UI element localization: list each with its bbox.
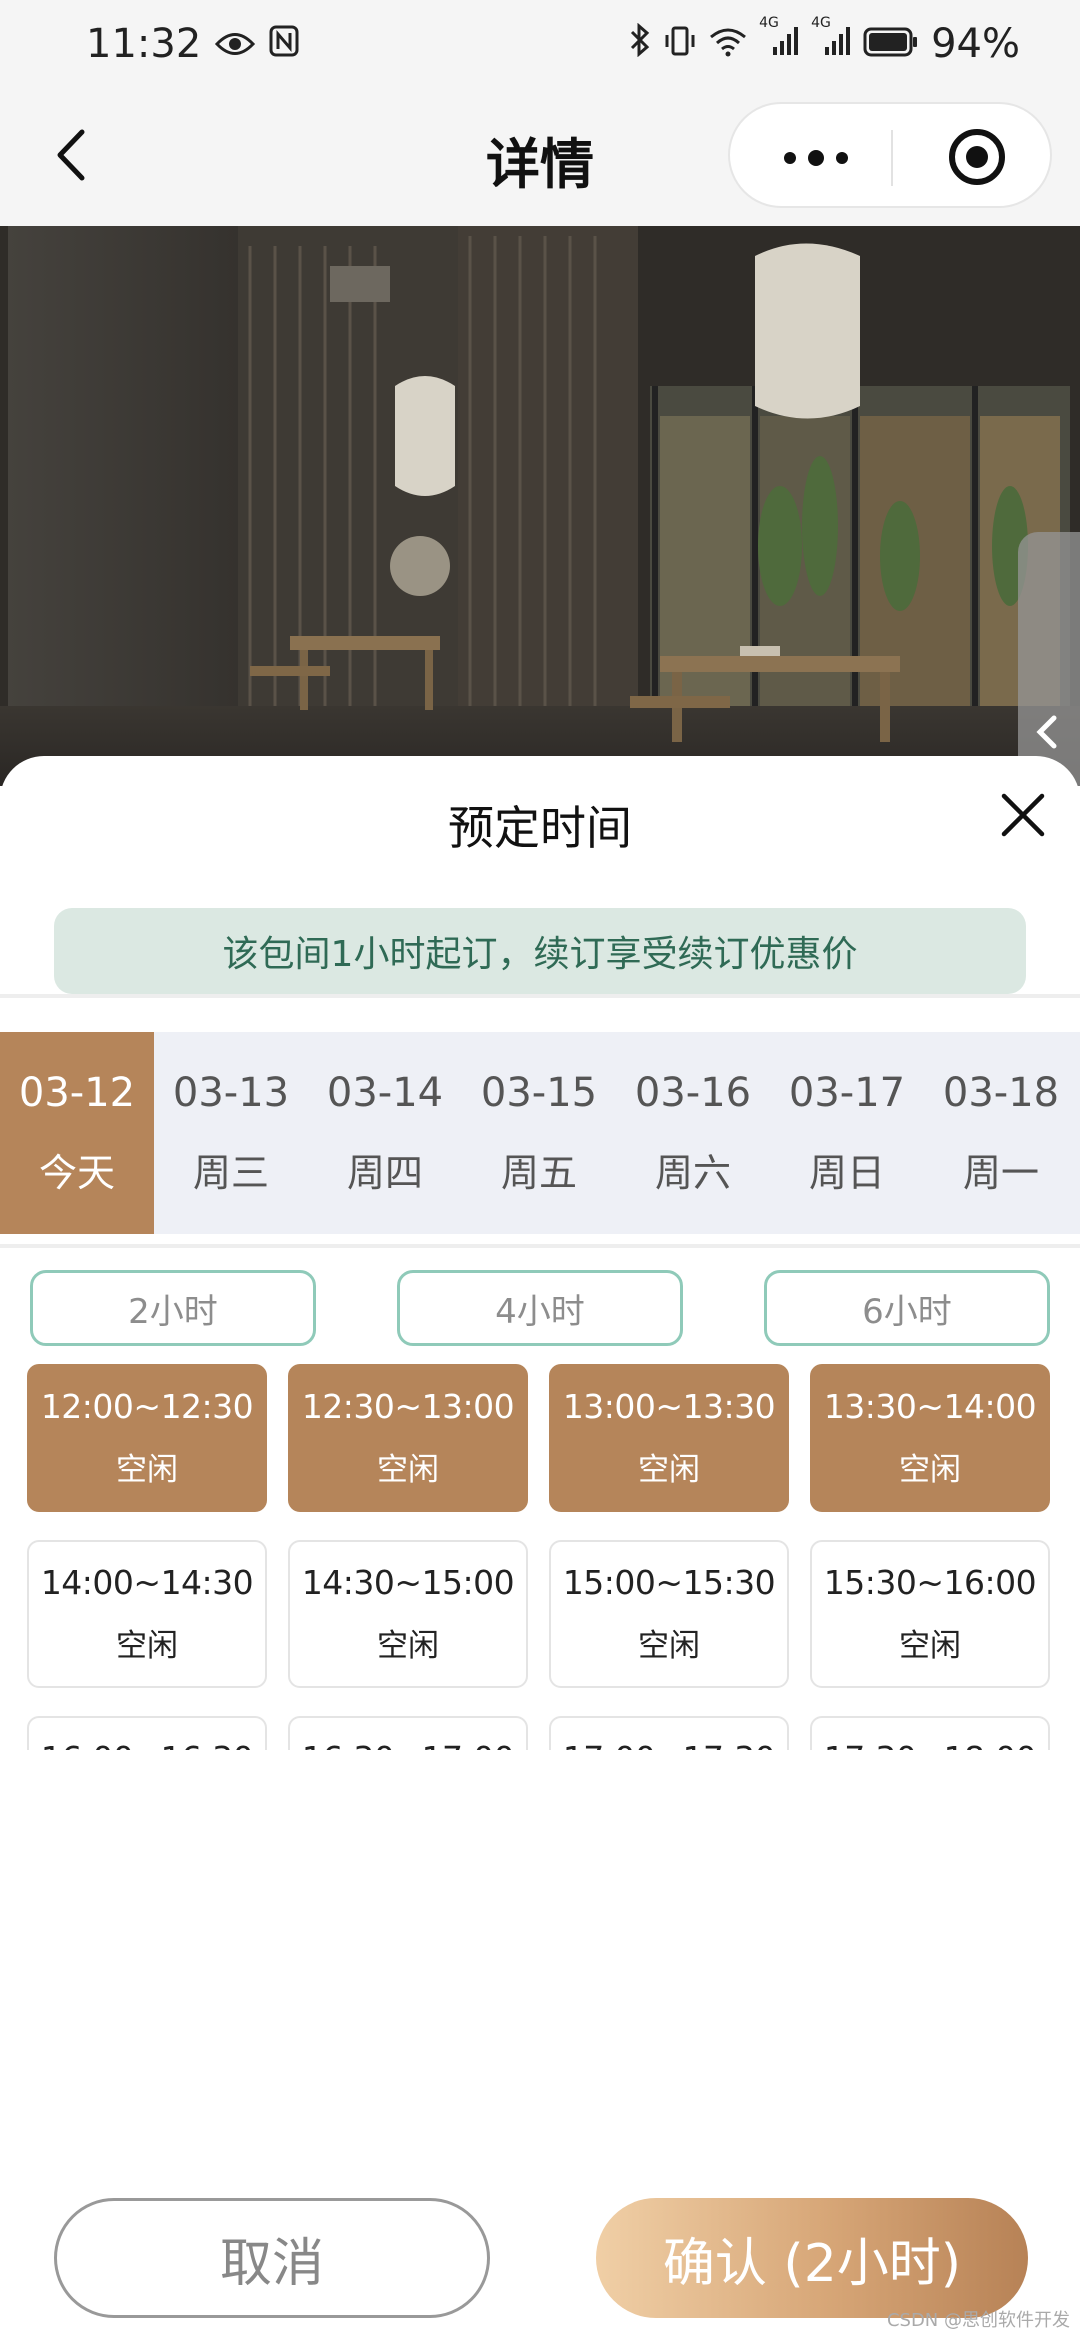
- close-icon[interactable]: [998, 790, 1048, 840]
- duration-options: 2小时 4小时 6小时: [30, 1270, 1050, 1346]
- battery-icon: [863, 21, 919, 67]
- booking-sheet: 预定时间 该包间1小时起订，续订享受续订优惠价 03-12 今天 03-13 周三 03…: [0, 756, 1080, 2340]
- signal-label: 4G: [811, 15, 831, 31]
- time-slot[interactable]: 14:00~14:30 空闲: [27, 1540, 267, 1688]
- time-slot[interactable]: 17:00~17:30空闲: [549, 1716, 789, 1750]
- date-tab-date: 03-16: [634, 1069, 752, 1116]
- date-tab-weekday: 周五: [500, 1150, 577, 1195]
- signal-icon: 4G: [759, 15, 799, 67]
- bluetooth-icon: [629, 21, 651, 67]
- time-slot-status: 空闲: [638, 1452, 700, 1488]
- eye-icon: [215, 21, 256, 67]
- time-slot-range: 13:30~14:00: [823, 1387, 1037, 1426]
- date-tab[interactable]: 03-15 周五: [462, 1032, 616, 1234]
- time-slot-status: 空闲: [116, 1452, 178, 1488]
- time-slot-range: 15:00~15:30: [562, 1563, 776, 1602]
- date-tab-weekday: 周六: [654, 1150, 731, 1195]
- status-time: 11:32: [86, 21, 202, 67]
- battery-percent: 94%: [931, 21, 1020, 67]
- date-tabs: 03-12 今天 03-13 周三 03-14 周四 03-15 周五 03-16 周六 03-17…: [0, 1032, 1080, 1234]
- time-slot-range: 16:00~16:30: [41, 1739, 254, 1750]
- date-tab-date: 03-13: [172, 1069, 290, 1116]
- time-slot[interactable]: 16:00~16:30空闲: [27, 1716, 267, 1750]
- time-slot-status: 空闲: [899, 1628, 961, 1664]
- time-slot-status: 空闲: [899, 1452, 961, 1488]
- booking-notice: 该包间1小时起订，续订享受续订优惠价: [54, 908, 1026, 994]
- divider: [0, 1244, 1080, 1248]
- vibrate-icon: [663, 21, 697, 67]
- time-slot-status: 空闲: [377, 1628, 439, 1664]
- date-tab-weekday: 周一: [962, 1150, 1039, 1195]
- time-slot-range: 12:30~13:00: [301, 1387, 515, 1426]
- date-tab-date: 03-17: [788, 1069, 906, 1116]
- capsule-divider: [891, 130, 893, 186]
- time-slot-range: 14:30~15:00: [301, 1563, 515, 1602]
- time-slot[interactable]: 13:30~14:00 空闲: [810, 1364, 1050, 1512]
- time-slot-range: 15:30~16:00: [823, 1563, 1037, 1602]
- time-slot-range: 17:30~18:00: [824, 1739, 1037, 1750]
- time-slot-grid: 12:00~12:30 空闲 12:30~13:00 空闲 13:00~13:30 空闲 1…: [0, 1364, 1080, 1750]
- time-slot-status: 空闲: [638, 1628, 700, 1664]
- nfc-icon: [269, 21, 299, 67]
- time-slot-status: 空闲: [377, 1452, 439, 1488]
- room-photo[interactable]: [0, 226, 1080, 786]
- time-slot-status: 空闲: [116, 1628, 178, 1664]
- date-tab[interactable]: 03-18 周一: [924, 1032, 1078, 1234]
- time-slot-range: 14:00~14:30: [40, 1563, 254, 1602]
- more-dots-icon[interactable]: [776, 130, 856, 186]
- date-tab-weekday: 周日: [808, 1150, 885, 1195]
- status-bar: 11:32 4G 4G 94%: [0, 0, 1080, 88]
- date-tab-weekday: 周三: [192, 1150, 269, 1195]
- time-slot[interactable]: 15:00~15:30 空闲: [549, 1540, 789, 1688]
- date-tab-date: 03-12: [18, 1069, 136, 1116]
- signal-icon: 4G: [811, 15, 851, 67]
- date-tab-weekday: 周四: [346, 1150, 423, 1195]
- time-slot[interactable]: 15:30~16:00 空闲: [810, 1540, 1050, 1688]
- target-icon[interactable]: [946, 126, 1008, 188]
- sheet-title: 预定时间: [448, 801, 632, 855]
- time-slot[interactable]: 13:00~13:30 空闲: [549, 1364, 789, 1512]
- confirm-button[interactable]: 确认 (2小时): [596, 2198, 1028, 2318]
- divider: [0, 994, 1080, 998]
- time-slot[interactable]: 12:30~13:00 空闲: [288, 1364, 528, 1512]
- date-tab-weekday: 今天: [38, 1150, 115, 1195]
- date-tab[interactable]: 03-17 周日: [770, 1032, 924, 1234]
- date-tab[interactable]: 03-13 周三: [154, 1032, 308, 1234]
- date-tab[interactable]: 03-16 周六: [616, 1032, 770, 1234]
- duration-6h-button[interactable]: 6小时: [764, 1270, 1050, 1346]
- date-tab-date: 03-18: [942, 1069, 1060, 1116]
- nav-bar: 详情: [0, 88, 1080, 226]
- gallery-side-tab[interactable]: [1018, 532, 1080, 786]
- time-slot-range: 17:00~17:30: [563, 1739, 776, 1750]
- date-tab[interactable]: 03-12 今天: [0, 1032, 154, 1234]
- date-tab-date: 03-15: [480, 1069, 598, 1116]
- time-slot[interactable]: 16:30~17:00空闲: [288, 1716, 528, 1750]
- time-slot[interactable]: 12:00~12:30 空闲: [27, 1364, 267, 1512]
- duration-4h-button[interactable]: 4小时: [397, 1270, 683, 1346]
- page: 11:32 4G 4G 94% 详情 预定时间 该包间1小时起订，续订享受续订优…: [0, 0, 1080, 2340]
- time-slot[interactable]: 17:30~18:00空闲: [810, 1716, 1050, 1750]
- wifi-icon: [709, 21, 747, 67]
- date-tab[interactable]: 03-14 周四: [308, 1032, 462, 1234]
- signal-label: 4G: [759, 15, 779, 31]
- date-tab-date: 03-14: [326, 1069, 444, 1116]
- chevron-left-icon: [1036, 715, 1057, 749]
- watermark: CSDN @思创软件开发: [886, 2310, 1070, 2331]
- time-slot-range: 16:30~17:00: [302, 1739, 515, 1750]
- time-slot-range: 13:00~13:30: [562, 1387, 776, 1426]
- duration-2h-button[interactable]: 2小时: [30, 1270, 316, 1346]
- menu-capsule: [728, 102, 1052, 208]
- time-slot-range: 12:00~12:30: [40, 1387, 254, 1426]
- cancel-button[interactable]: 取消: [54, 2198, 490, 2318]
- time-slot[interactable]: 14:30~15:00 空闲: [288, 1540, 528, 1688]
